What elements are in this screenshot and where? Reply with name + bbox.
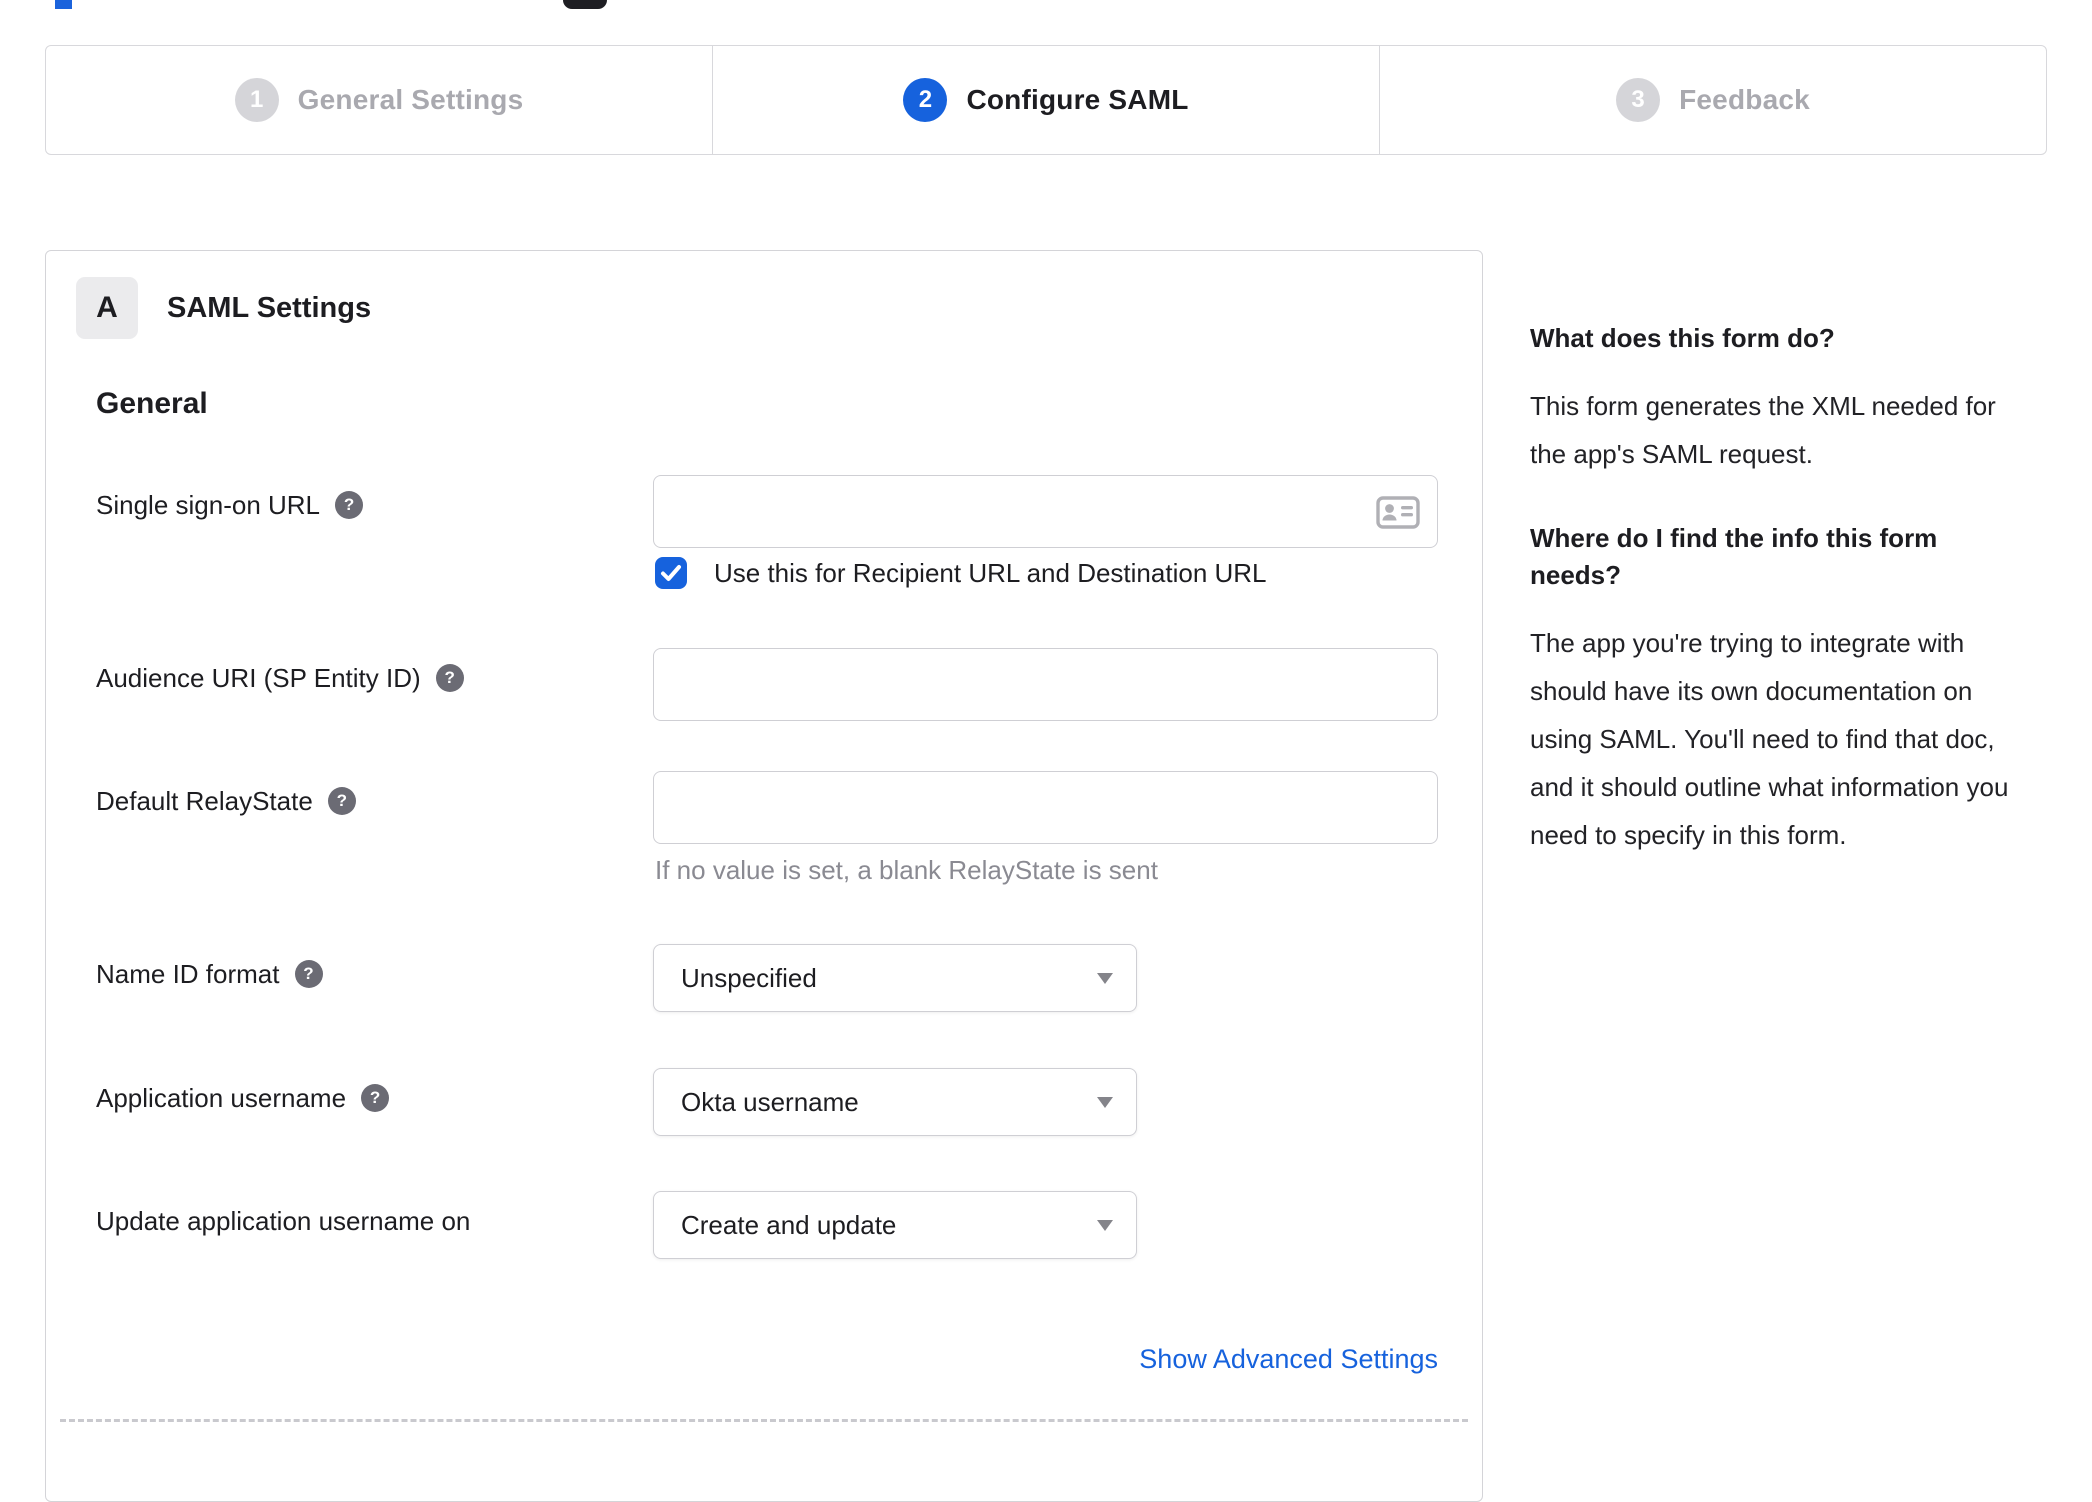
sidebar-body-where: The app you're trying to integrate with …: [1530, 628, 2009, 850]
app-username-select[interactable]: Okta username: [653, 1068, 1137, 1136]
section-title: SAML Settings: [167, 292, 372, 324]
wizard-stepper: 1 General Settings 2 Configure SAML 3 Fe…: [45, 45, 2047, 155]
show-advanced-settings-link[interactable]: Show Advanced Settings: [653, 1344, 1438, 1375]
sidebar-body-what: This form generates the XML needed for t…: [1530, 391, 1996, 469]
relay-state-hint: If no value is set, a blank RelayState i…: [655, 855, 1158, 885]
app-username-value: Okta username: [681, 1086, 859, 1117]
update-username-value: Create and update: [681, 1209, 897, 1240]
relay-state-input-wrap: [653, 771, 1438, 844]
update-username-label: Update application username on: [96, 1205, 471, 1236]
sso-url-label: Single sign-on URL: [96, 489, 321, 520]
app-username-label-row: Application username ?: [96, 1081, 390, 1115]
help-icon[interactable]: ?: [435, 664, 464, 692]
step-3-number-badge: 3: [1616, 78, 1661, 122]
audience-uri-label-row: Audience URI (SP Entity ID) ?: [96, 661, 464, 695]
step-1-number-badge: 1: [234, 78, 279, 122]
sso-url-input-wrap: [653, 475, 1438, 548]
recipient-url-checkbox-row: Use this for Recipient URL and Destinati…: [655, 557, 1267, 589]
step-configure-saml[interactable]: 2 Configure SAML: [712, 46, 1379, 154]
dropdown-caret-icon: [1097, 1219, 1113, 1231]
step-3-label: Feedback: [1679, 84, 1810, 115]
update-username-label-row: Update application username on: [96, 1204, 470, 1238]
sidebar-heading-what: What does this form do?: [1530, 323, 1835, 353]
app-username-label: Application username: [96, 1082, 347, 1113]
dropdown-caret-icon: [1097, 1096, 1113, 1108]
recipient-url-checkbox[interactable]: [655, 557, 687, 589]
step-2-label: Configure SAML: [966, 84, 1189, 115]
contact-card-icon: [1376, 496, 1420, 529]
audience-uri-label: Audience URI (SP Entity ID): [96, 662, 421, 693]
name-id-format-select[interactable]: Unspecified: [653, 944, 1137, 1012]
update-username-select[interactable]: Create and update: [653, 1191, 1137, 1259]
name-id-format-label: Name ID format: [96, 958, 280, 989]
name-id-format-label-row: Name ID format ?: [96, 957, 323, 991]
help-icon[interactable]: ?: [361, 1084, 390, 1112]
sso-url-input[interactable]: [653, 475, 1438, 548]
sidebar-heading-where: Where do I find the info this form needs…: [1530, 523, 1938, 590]
step-2-number-badge: 2: [903, 78, 948, 122]
section-divider: [60, 1419, 1468, 1422]
audience-uri-input-wrap: [653, 648, 1438, 721]
audience-uri-input[interactable]: [653, 648, 1438, 721]
recipient-url-checkbox-label: Use this for Recipient URL and Destinati…: [714, 557, 1267, 588]
relay-state-label-row: Default RelayState ?: [96, 784, 356, 818]
name-id-format-value: Unspecified: [681, 962, 817, 993]
saml-settings-panel: A SAML Settings General Single sign-on U…: [45, 250, 1483, 1502]
relay-state-input[interactable]: [653, 771, 1438, 844]
dropdown-caret-icon: [1097, 972, 1113, 984]
general-group-heading: General: [96, 387, 208, 420]
clipped-fragment-dark: [563, 0, 607, 9]
relay-state-label: Default RelayState: [96, 785, 313, 816]
clipped-fragment-blue: [55, 0, 72, 9]
help-icon[interactable]: ?: [327, 787, 356, 815]
help-icon[interactable]: ?: [294, 960, 323, 988]
sso-url-label-row: Single sign-on URL ?: [96, 488, 364, 522]
help-icon[interactable]: ?: [335, 491, 364, 519]
section-a-badge: A: [76, 277, 138, 339]
step-feedback[interactable]: 3 Feedback: [1379, 46, 2046, 154]
step-1-label: General Settings: [297, 84, 524, 115]
step-general-settings[interactable]: 1 General Settings: [46, 46, 712, 154]
checkmark-icon: [661, 565, 681, 581]
help-sidebar: What does this form do? This form genera…: [1530, 320, 2017, 901]
